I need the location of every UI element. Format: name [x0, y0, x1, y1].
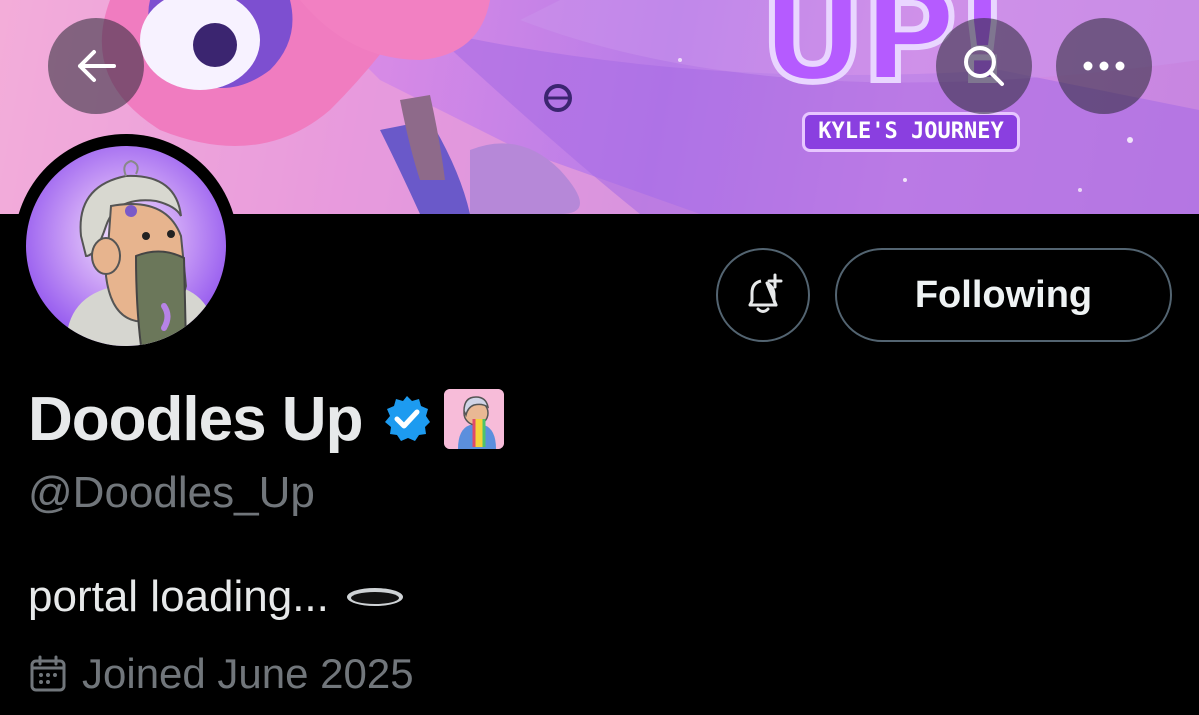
joined-date: Joined June 2025 [28, 650, 414, 698]
display-name: Doodles Up [28, 384, 363, 454]
affiliate-badge-icon[interactable] [444, 389, 505, 449]
back-button[interactable] [48, 18, 144, 114]
search-icon [964, 46, 1004, 86]
profile-handle: @Doodles_Up [28, 468, 315, 517]
profile-bio: portal loading... [28, 572, 405, 622]
more-horizontal-icon [1083, 61, 1125, 71]
search-button[interactable] [936, 18, 1032, 114]
bio-text: portal loading... [28, 572, 329, 621]
arrow-left-icon [78, 50, 116, 82]
joined-text: Joined June 2025 [82, 650, 414, 697]
avatar[interactable] [26, 146, 226, 346]
verified-badge-icon[interactable] [382, 394, 432, 444]
calendar-icon [30, 655, 66, 692]
avatar-artwork [66, 159, 216, 346]
more-button[interactable] [1056, 18, 1152, 114]
banner-subtitle: KYLE'S JOURNEY [802, 112, 1020, 152]
profile-page: UP! KYLE'S JOURNEY Following Doodles Up … [0, 0, 1199, 715]
notifications-button[interactable] [716, 248, 810, 342]
bell-plus-icon [748, 273, 783, 313]
name-row: Doodles Up [28, 384, 505, 454]
hole-emoji-icon [346, 588, 403, 606]
following-button[interactable]: Following [835, 248, 1172, 342]
